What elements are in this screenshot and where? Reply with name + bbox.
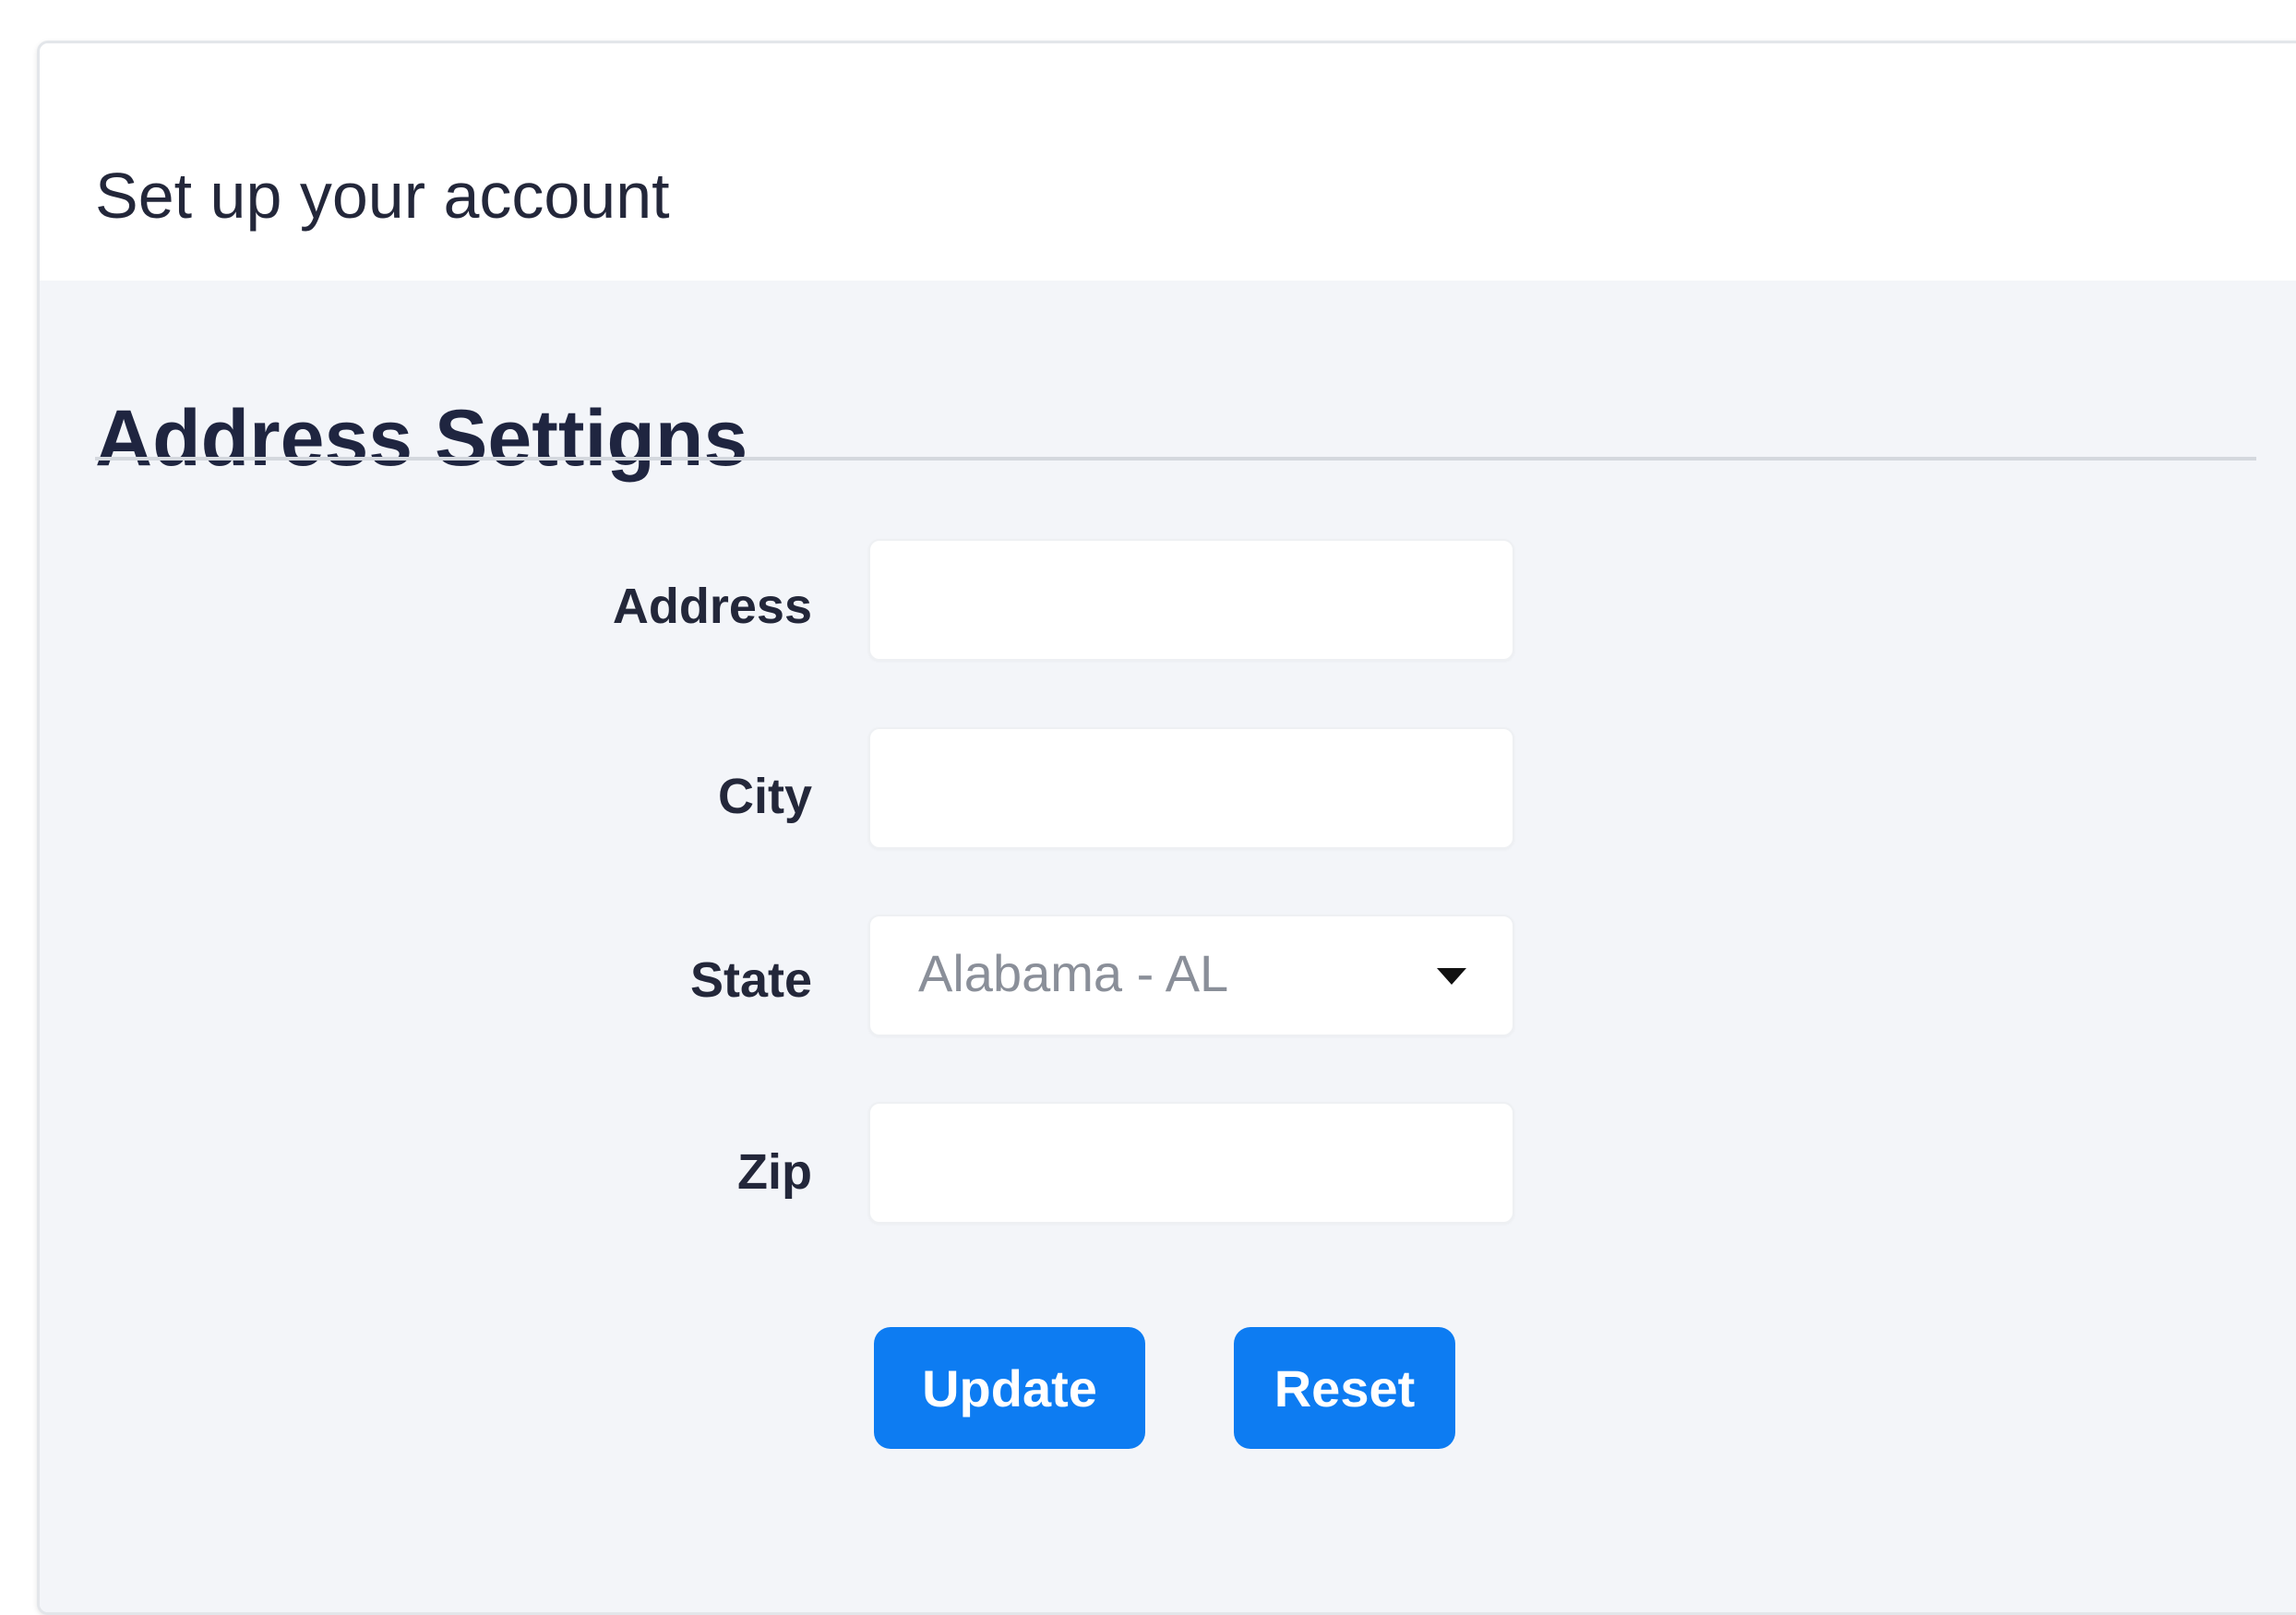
zip-label: Zip xyxy=(737,1144,812,1200)
address-label: Address xyxy=(612,579,812,634)
city-label: City xyxy=(717,769,812,824)
section-divider xyxy=(95,457,2256,461)
city-input[interactable] xyxy=(868,727,1514,849)
reset-button[interactable]: Reset xyxy=(1234,1327,1455,1449)
caret-down-icon xyxy=(1437,968,1466,985)
account-setup-card: Set up your account Address Settigns Add… xyxy=(37,41,2296,1615)
update-button[interactable]: Update xyxy=(874,1327,1145,1449)
address-input[interactable] xyxy=(868,539,1514,661)
state-label: State xyxy=(689,952,812,1008)
zip-input[interactable] xyxy=(868,1102,1514,1224)
page-title: Set up your account xyxy=(95,160,670,232)
card-header: Set up your account xyxy=(40,43,2296,281)
state-select[interactable]: Alabama - AL xyxy=(868,915,1514,1036)
section-title: Address Settigns xyxy=(95,394,748,483)
address-settings-panel: Address Settigns Address City State Alab… xyxy=(40,281,2296,1612)
state-selected-value: Alabama - AL xyxy=(918,944,1229,1002)
